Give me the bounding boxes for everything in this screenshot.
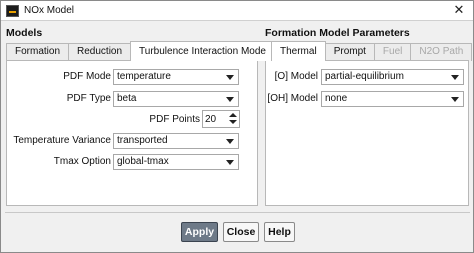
o-model-label: [O] Model — [274, 71, 318, 82]
oh-model-label: [OH] Model — [267, 93, 318, 104]
temperature-variance-label: Temperature Variance — [13, 135, 111, 146]
nox-model-dialog: NOx Model ✕ Models Formation Reduction T… — [0, 0, 474, 253]
chevron-down-icon — [226, 139, 234, 144]
pdf-mode-value: temperature — [117, 71, 171, 82]
button-row-separator — [5, 212, 470, 213]
oh-model-value: none — [325, 93, 348, 104]
chevron-down-icon — [226, 160, 234, 165]
tmax-option-dropdown[interactable]: global-tmax — [113, 154, 239, 170]
pdf-type-label: PDF Type — [66, 93, 111, 104]
models-tab-bar: Formation Reduction Turbulence Interacti… — [6, 41, 275, 61]
tab-formation[interactable]: Formation — [6, 43, 70, 61]
pdf-points-label: PDF Points — [149, 114, 200, 125]
chevron-down-icon — [226, 75, 234, 80]
pdf-mode-label: PDF Mode — [63, 71, 111, 82]
o-model-value: partial-equilibrium — [325, 71, 404, 82]
oh-model-dropdown[interactable]: none — [321, 91, 464, 107]
nox-model-app-icon — [6, 5, 19, 17]
apply-button[interactable]: Apply — [181, 222, 218, 242]
tab-prompt[interactable]: Prompt — [324, 43, 375, 61]
title-bar[interactable]: NOx Model ✕ — [1, 1, 473, 21]
turbulence-interaction-panel: PDF Mode temperature PDF Type beta PDF P… — [6, 60, 258, 206]
pdf-points-spin-arrows[interactable] — [228, 112, 238, 126]
chevron-down-icon — [226, 97, 234, 102]
pdf-points-stepper — [202, 110, 240, 128]
thermal-panel: [O] Model partial-equilibrium [OH] Model… — [265, 60, 469, 206]
tab-turbulence-interaction-mode[interactable]: Turbulence Interaction Mode — [130, 41, 275, 61]
tab-reduction[interactable]: Reduction — [68, 43, 132, 61]
tmax-option-label: Tmax Option — [53, 156, 111, 167]
window-title: NOx Model — [24, 5, 75, 16]
spin-up-icon[interactable] — [229, 113, 237, 117]
temperature-variance-value: transported — [117, 135, 168, 146]
close-icon[interactable]: ✕ — [451, 2, 467, 18]
close-button[interactable]: Close — [223, 222, 259, 242]
tab-thermal[interactable]: Thermal — [271, 41, 326, 61]
tmax-option-value: global-tmax — [117, 156, 169, 167]
chevron-down-icon — [451, 75, 459, 80]
formation-params-tab-bar: Thermal Prompt Fuel N2O Path — [271, 41, 473, 61]
chevron-down-icon — [451, 97, 459, 102]
temperature-variance-dropdown[interactable]: transported — [113, 133, 239, 149]
pdf-mode-dropdown[interactable]: temperature — [113, 69, 239, 85]
tab-fuel: Fuel — [373, 43, 412, 61]
tab-n2o-path: N2O Path — [410, 43, 473, 61]
spin-down-icon[interactable] — [229, 120, 237, 124]
pdf-points-input[interactable] — [205, 112, 227, 126]
models-section-title: Models — [6, 27, 43, 39]
help-button[interactable]: Help — [264, 222, 295, 242]
pdf-type-dropdown[interactable]: beta — [113, 91, 239, 107]
o-model-dropdown[interactable]: partial-equilibrium — [321, 69, 464, 85]
pdf-type-value: beta — [117, 93, 137, 104]
formation-params-section-title: Formation Model Parameters — [265, 27, 410, 39]
